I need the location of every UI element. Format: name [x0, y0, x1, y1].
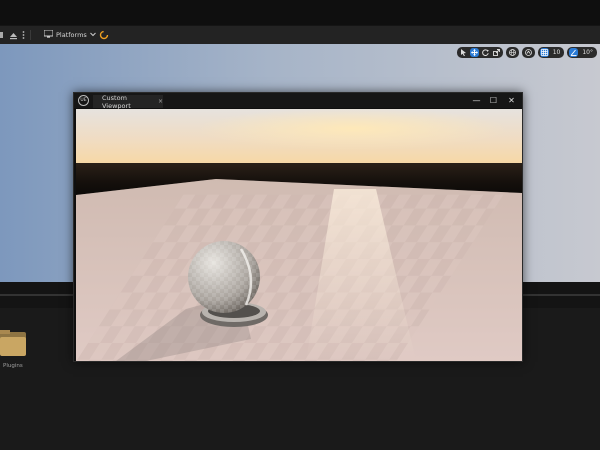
- grid-snap-value[interactable]: 10: [551, 49, 563, 56]
- viewport-toolbar: 10 10°: [456, 47, 597, 58]
- grid-snap-icon[interactable]: [539, 48, 549, 57]
- close-button[interactable]: ✕: [505, 94, 518, 107]
- world-globe-icon[interactable]: [508, 48, 517, 57]
- grid-icon[interactable]: [0, 26, 5, 44]
- folder-label: Plugins: [3, 363, 23, 369]
- tab-close-icon[interactable]: ×: [158, 98, 163, 105]
- toolbar-separator: [30, 30, 31, 40]
- chevron-down-icon: [89, 31, 96, 39]
- loading-spinner-icon: [99, 26, 109, 44]
- maximize-button[interactable]: ☐: [487, 94, 500, 107]
- transform-tools: [456, 47, 503, 58]
- title-bar: [0, 0, 600, 25]
- eject-icon[interactable]: [9, 26, 18, 44]
- platforms-icon: [43, 29, 54, 40]
- rotate-tool-icon[interactable]: [481, 48, 490, 57]
- tab-custom-viewport[interactable]: Custom Viewport ×: [93, 93, 163, 110]
- surface-snap-group: [521, 47, 535, 58]
- kebab-icon[interactable]: [22, 26, 25, 44]
- minimize-button[interactable]: —: [470, 94, 483, 107]
- main-toolbar: Platforms: [0, 25, 600, 45]
- folder-icon[interactable]: [0, 330, 26, 356]
- platforms-label: Platforms: [56, 31, 87, 39]
- rotation-snap-value[interactable]: 10°: [580, 49, 595, 56]
- grid-snap-group: 10: [537, 47, 565, 58]
- custom-viewport-window: UE Custom Viewport × — ☐ ✕: [73, 92, 523, 362]
- platforms-button[interactable]: Platforms: [43, 26, 96, 44]
- move-tool-icon[interactable]: [469, 48, 479, 57]
- unreal-logo-icon: UE: [78, 95, 89, 106]
- window-title-bar[interactable]: UE Custom Viewport × — ☐ ✕: [74, 93, 522, 110]
- rotation-snap-group: 10°: [567, 47, 597, 58]
- select-tool-icon[interactable]: [459, 48, 468, 57]
- scale-tool-icon[interactable]: [492, 48, 501, 57]
- coordinate-group: [505, 47, 519, 58]
- rotation-snap-icon[interactable]: [569, 48, 579, 57]
- viewport-scene[interactable]: [76, 109, 522, 361]
- surface-snap-icon[interactable]: [524, 48, 533, 57]
- tab-label: Custom Viewport: [102, 93, 131, 110]
